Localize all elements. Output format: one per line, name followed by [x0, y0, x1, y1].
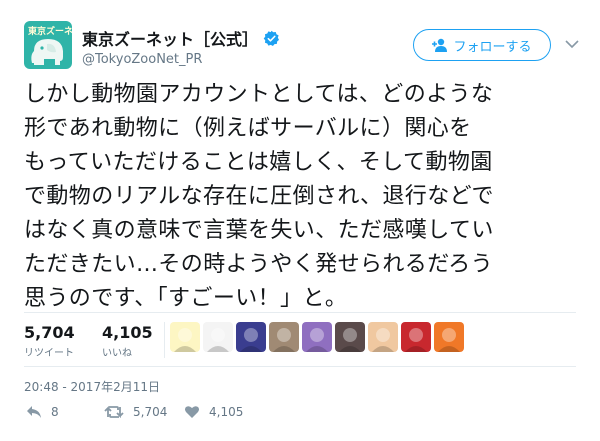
avatar-orange-mascot-icon[interactable]: [434, 322, 464, 352]
follow-button[interactable]: フォローする: [413, 29, 551, 61]
user-handle[interactable]: @TokyoZooNet_PR: [82, 52, 202, 67]
verified-badge-icon: [263, 30, 280, 46]
reply-button[interactable]: 8: [26, 405, 59, 419]
avatar-anime-dark-icon[interactable]: [335, 322, 365, 352]
avatar-anime-purple-icon[interactable]: [302, 322, 332, 352]
tweet-line: しかし動物園アカウントとしては、どのような: [24, 82, 494, 107]
liker-avatars: [170, 322, 467, 352]
heart-icon: [185, 406, 199, 418]
like-button[interactable]: 4,105: [184, 405, 243, 419]
retweet-icon: [104, 405, 124, 419]
reply-icon: [27, 406, 41, 418]
tweet-line: 形であれ動物に（例えばサーバルに）関心を: [24, 116, 472, 141]
tweet-timestamp[interactable]: 20:48 - 2017年2月11日: [24, 378, 160, 395]
tweet-line: はなく真の意味で言葉を失い、ただ感嘆してい: [24, 218, 494, 243]
like-label: いいね: [102, 348, 132, 359]
retweet-button[interactable]: 5,704: [104, 405, 167, 419]
add-user-icon: [432, 38, 448, 52]
reply-count: 8: [51, 405, 59, 419]
avatar-line-drawing-icon[interactable]: [203, 322, 233, 352]
avatar-leaf-character-icon[interactable]: [170, 322, 200, 352]
divider: [24, 366, 576, 367]
elephant-logo-icon: [31, 39, 63, 65]
avatar-anime-blonde-icon[interactable]: [368, 322, 398, 352]
tweet-line: で動物のリアルな存在に圧倒され、退行などで: [24, 184, 494, 209]
avatar-anime-blue-icon[interactable]: [236, 322, 266, 352]
retweet-action-count: 5,704: [133, 405, 168, 419]
retweet-label: リツイート: [24, 348, 74, 359]
like-count: 4,105: [102, 323, 153, 342]
like-stat[interactable]: 4,105 いいね: [102, 323, 153, 359]
tweet-text: しかし動物園アカウントとしては、どのような 形であれ動物に（例えばサーバルに）関…: [24, 78, 584, 316]
retweet-count: 5,704: [24, 323, 75, 342]
stats-separator: [164, 322, 165, 358]
avatar[interactable]: 東京ズーネット: [24, 21, 72, 69]
display-name[interactable]: 東京ズーネット［公式］: [82, 26, 258, 50]
avatar-photo-icon[interactable]: [269, 322, 299, 352]
tweet-line: ただきたい…その時ようやく発せられるだろう: [24, 252, 494, 277]
like-action-count: 4,105: [209, 405, 244, 419]
divider: [24, 312, 576, 313]
retweet-stat[interactable]: 5,704 リツイート: [24, 323, 75, 359]
tweet-header: 東京ズーネット 東京ズーネット［公式］ @TokyoZooNet_PR フォロー…: [24, 21, 580, 77]
tweet-line: もっていただけることは嬉しく、そして動物園: [24, 150, 493, 175]
tweet-line: 思うのです、「すごーい！」と。: [24, 286, 348, 311]
follow-button-label: フォローする: [453, 39, 532, 55]
name-row: 東京ズーネット［公式］: [82, 27, 280, 49]
avatar-red-hat-icon[interactable]: [401, 322, 431, 352]
chevron-down-icon[interactable]: [565, 39, 579, 49]
